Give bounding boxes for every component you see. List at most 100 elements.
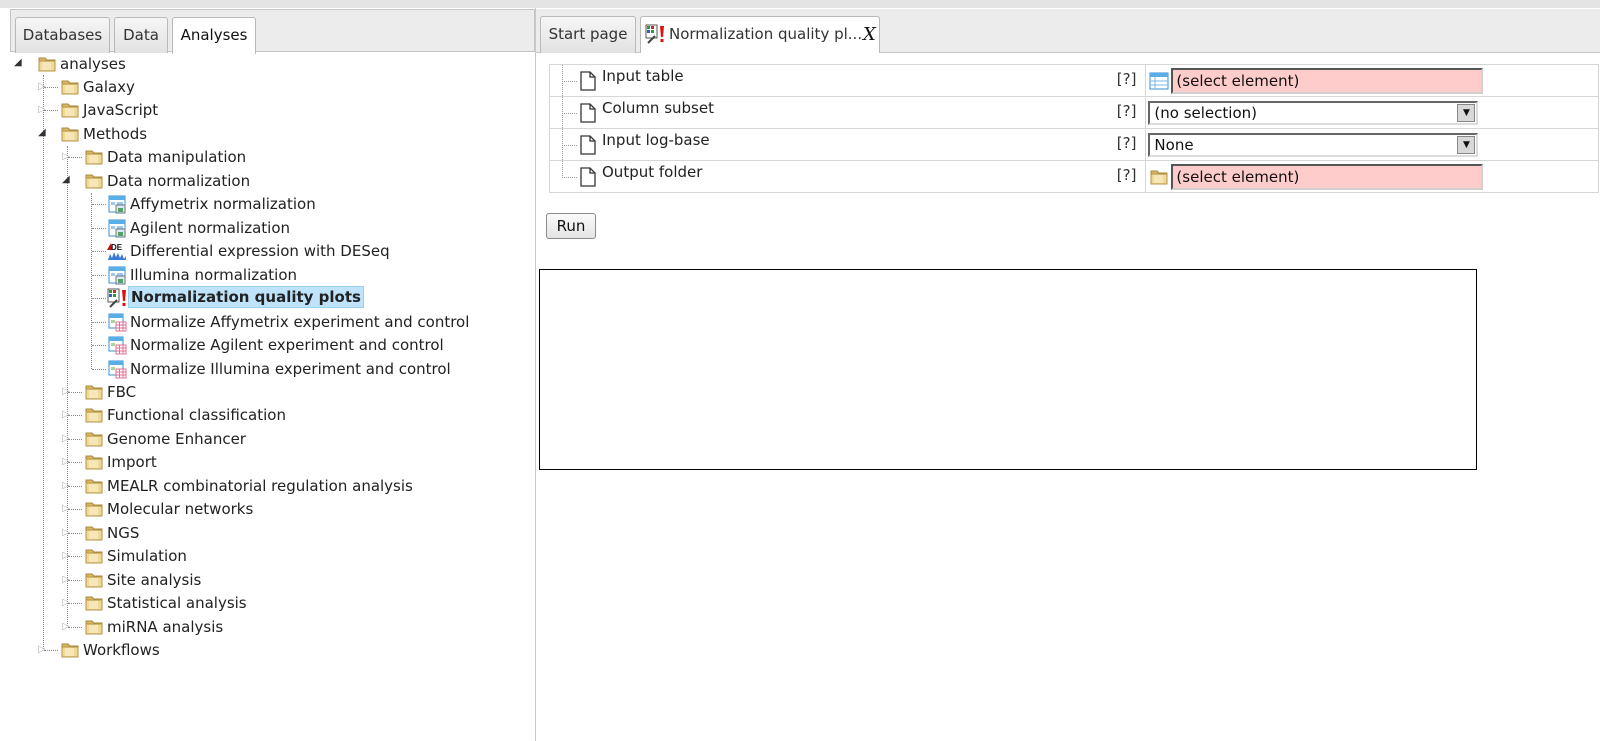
param-name-cell: Output folder [?] (548, 160, 1147, 193)
tree-node-normalize-illumina[interactable]: Normalize Illumina experiment and contro… (0, 358, 520, 380)
tab-analyses[interactable]: Analyses (172, 17, 256, 54)
expand-toggle-icon[interactable] (62, 528, 72, 538)
tree-node-label: Differential expression with DESeq (130, 242, 390, 260)
tree-node-agilent-normalization[interactable]: Agilent normalization (0, 217, 520, 239)
param-name-cell: Column subset [?] (548, 96, 1147, 129)
tab-normalization-quality-plots[interactable]: Normalization quality pl... X (640, 16, 880, 53)
document-icon (580, 135, 596, 155)
tree-node-javascript[interactable]: JavaScript (0, 99, 520, 121)
tree-node-affymetrix-normalization[interactable]: Affymetrix normalization (0, 193, 520, 215)
tree-node-illumina-normalization[interactable]: Illumina normalization (0, 264, 520, 286)
collapse-toggle-icon[interactable] (14, 58, 24, 68)
collapse-toggle-icon[interactable] (38, 128, 48, 138)
tree-node-simulation[interactable]: Simulation (0, 545, 520, 567)
expand-toggle-icon[interactable] (62, 457, 72, 467)
folder-icon (37, 54, 57, 74)
output-folder-selector[interactable]: (select element) (1171, 164, 1484, 190)
tab-start-page[interactable]: Start page (540, 16, 636, 53)
tree-node-normalize-agilent[interactable]: Normalize Agilent experiment and control (0, 334, 520, 356)
tree-node-label: Normalize Affymetrix experiment and cont… (130, 313, 470, 331)
tree-node-molecular-networks[interactable]: Molecular networks (0, 498, 520, 520)
param-label: Column subset (602, 99, 714, 117)
tree-node-data-manipulation[interactable]: Data manipulation (0, 146, 520, 168)
document-icon (580, 103, 596, 123)
tree-node-genome-enhancer[interactable]: Genome Enhancer (0, 428, 520, 450)
document-icon (580, 167, 596, 187)
tree-node-deseq[interactable]: Differential expression with DESeq (0, 240, 520, 262)
column-subset-dropdown[interactable]: (no selection) ▼ (1148, 101, 1479, 125)
expand-toggle-icon[interactable] (62, 575, 72, 585)
tab-data[interactable]: Data (114, 17, 168, 53)
param-value-cell: (select element) (1145, 64, 1599, 97)
expand-toggle-icon[interactable] (38, 105, 48, 115)
normalize-icon (107, 335, 127, 355)
tree-node-site-analysis[interactable]: Site analysis (0, 569, 520, 591)
tree-node-label: Illumina normalization (130, 266, 298, 284)
folder-icon (84, 429, 104, 449)
tree-node-functional-classification[interactable]: Functional classification (0, 404, 520, 426)
input-table-selector[interactable]: (select element) (1171, 68, 1484, 94)
folder-icon (60, 100, 80, 120)
output-log-area (539, 269, 1477, 470)
normalize-icon (107, 359, 127, 379)
param-row-output-folder: Output folder [?] (select element) (548, 160, 1599, 193)
tab-label: Normalization quality pl... (669, 25, 863, 43)
expand-toggle-icon[interactable] (62, 551, 72, 561)
document-tabbar: Start page Normalization quality pl... X (536, 9, 1600, 53)
tree-node-label: MEALR combinatorial regulation analysis (107, 477, 413, 495)
input-log-base-dropdown[interactable]: None ▼ (1148, 133, 1479, 157)
collapse-toggle-icon[interactable] (62, 175, 72, 185)
tree-node-workflows[interactable]: Workflows (0, 639, 520, 661)
help-link[interactable]: [?] (1117, 166, 1137, 184)
expand-toggle-icon[interactable] (62, 622, 72, 632)
tree-node-galaxy[interactable]: Galaxy (0, 76, 520, 98)
method-icon (107, 194, 127, 214)
dropdown-arrow-icon[interactable]: ▼ (1457, 104, 1476, 122)
help-link[interactable]: [?] (1117, 102, 1137, 120)
repository-tabbar: Databases Data Analyses (10, 9, 535, 54)
folder-icon (84, 617, 104, 637)
tree-node-label: Galaxy (83, 78, 135, 96)
expand-toggle-icon[interactable] (62, 410, 72, 420)
tree-node-methods[interactable]: Methods (0, 123, 520, 145)
folder-icon (84, 147, 104, 167)
tree-node-data-normalization[interactable]: Data normalization (0, 170, 520, 192)
tree-node-normalize-affymetrix[interactable]: Normalize Affymetrix experiment and cont… (0, 311, 520, 333)
expand-toggle-icon[interactable] (62, 504, 72, 514)
expand-toggle-icon[interactable] (38, 82, 48, 92)
tree-node-label: Affymetrix normalization (130, 195, 316, 213)
tree-node-import[interactable]: Import (0, 451, 520, 473)
tree-node-fbc[interactable]: FBC (0, 381, 520, 403)
folder-icon (60, 124, 80, 144)
table-icon (1149, 71, 1169, 91)
close-tab-icon[interactable]: X (863, 17, 876, 52)
dropdown-arrow-icon[interactable]: ▼ (1457, 136, 1476, 154)
expand-toggle-icon[interactable] (62, 598, 72, 608)
tree-guide (562, 81, 577, 82)
tree-node-statistical-analysis[interactable]: Statistical analysis (0, 592, 520, 614)
expand-toggle-icon[interactable] (62, 387, 72, 397)
expand-toggle-icon[interactable] (62, 434, 72, 444)
run-button[interactable]: Run (546, 213, 596, 239)
tree-node-analyses[interactable]: analyses (0, 53, 520, 75)
folder-icon (60, 640, 80, 660)
folder-icon (84, 405, 104, 425)
expand-toggle-icon[interactable] (62, 152, 72, 162)
tree-node-label: Import (107, 453, 157, 471)
expand-toggle-icon[interactable] (38, 645, 48, 655)
param-value-cell: (no selection) ▼ (1145, 96, 1599, 129)
tree-node-mirna-analysis[interactable]: miRNA analysis (0, 616, 520, 638)
help-link[interactable]: [?] (1117, 70, 1137, 88)
tree-node-label: Molecular networks (107, 500, 254, 518)
tree-node-mealr[interactable]: MEALR combinatorial regulation analysis (0, 475, 520, 497)
help-link[interactable]: [?] (1117, 134, 1137, 152)
folder-icon (84, 382, 104, 402)
tree-node-label: Functional classification (107, 406, 286, 424)
tree-node-ngs[interactable]: NGS (0, 522, 520, 544)
quality-plots-icon (107, 288, 127, 308)
tree-node-label: Agilent normalization (130, 219, 291, 237)
tree-node-normalization-quality-plots[interactable]: Normalization quality plots (0, 286, 520, 309)
expand-toggle-icon[interactable] (62, 481, 72, 491)
tree-node-label: Data normalization (107, 172, 251, 190)
tab-databases[interactable]: Databases (15, 17, 110, 53)
